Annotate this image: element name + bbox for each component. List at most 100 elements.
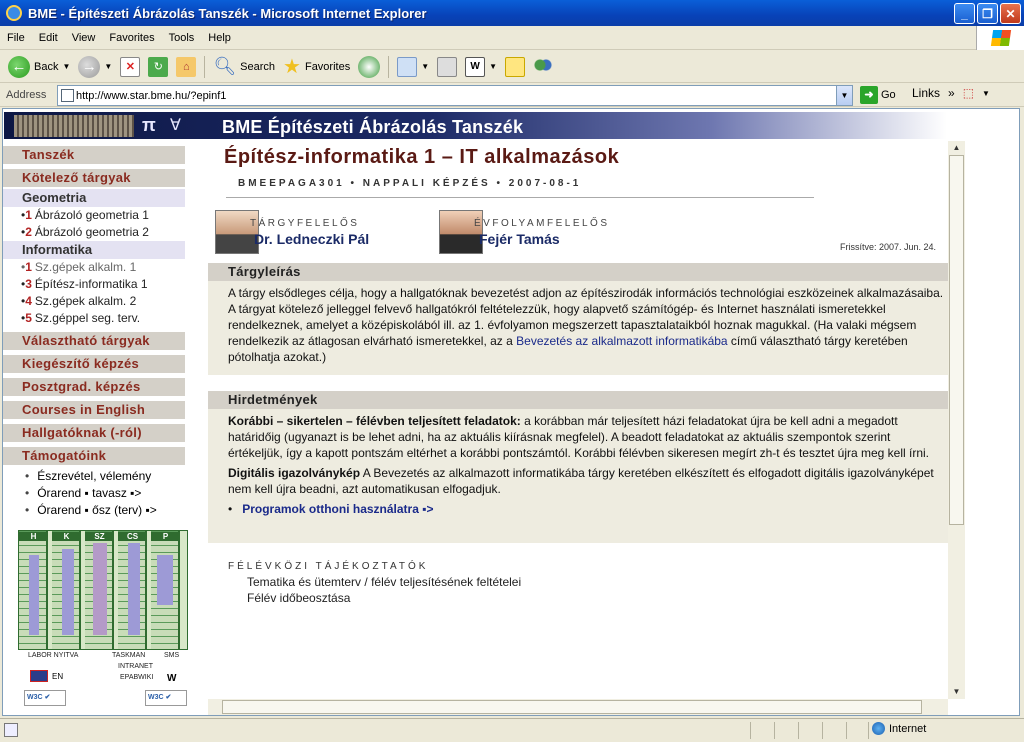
nav-kotelezo[interactable]: Kötelező tárgyak xyxy=(3,169,185,187)
edit-button[interactable]: W ▼ xyxy=(461,53,501,81)
link-orarend-osz[interactable]: Órarend ▪ ősz (terv) ▪> xyxy=(3,502,185,519)
link-orarend-tavasz[interactable]: Órarend ▪ tavasz ▪> xyxy=(3,485,185,502)
nav-item-inf-1[interactable]: •1 Sz.gépek alkalm. 1 xyxy=(3,259,185,276)
nav-valaszthato[interactable]: Választható tárgyak xyxy=(3,332,185,350)
nav-item-inf-5[interactable]: •5 Sz.géppel seg. terv. xyxy=(3,310,185,327)
menu-favorites[interactable]: Favorites xyxy=(102,32,161,44)
nav-item-inf-3[interactable]: •3 Építész-informatika 1 xyxy=(3,276,185,293)
menu-edit[interactable]: Edit xyxy=(32,32,65,44)
schedule-grid[interactable]: H K SZ CS P xyxy=(18,530,188,650)
refresh-button[interactable]: ↻ xyxy=(144,53,172,81)
messenger-button[interactable] xyxy=(529,53,557,81)
back-button[interactable]: ← Back ▼ xyxy=(4,53,74,81)
stop-button[interactable]: ✕ xyxy=(116,53,144,81)
stop-icon: ✕ xyxy=(120,56,141,77)
scroll-up-arrow[interactable]: ▲ xyxy=(949,141,964,155)
menu-view[interactable]: View xyxy=(65,32,103,44)
home-button[interactable]: ⌂ xyxy=(172,53,200,81)
refresh-icon: ↻ xyxy=(148,56,169,77)
heading-targyleiras: Tárgyleírás xyxy=(208,263,948,281)
mail-button[interactable]: ▼ xyxy=(393,53,433,81)
restore-button[interactable]: ❐ xyxy=(977,3,998,24)
sched-day-p: P xyxy=(151,532,180,541)
link-en[interactable]: EN xyxy=(52,672,63,681)
menu-file[interactable]: File xyxy=(0,32,32,44)
link-intranet[interactable]: INTRANET xyxy=(118,663,153,670)
windows-logo-icon xyxy=(976,26,1024,50)
status-zone: Internet xyxy=(872,722,926,735)
scroll-thumb[interactable] xyxy=(949,155,964,525)
nav-courses-english[interactable]: Courses in English xyxy=(3,401,185,419)
address-bar: Address http://www.star.bme.hu/?epinf1 ▼… xyxy=(0,84,1024,107)
links-button[interactable]: Links» ⬚ ▼ xyxy=(912,86,990,100)
section-targyleiras: Tárgyleírás A tárgy elsődleges célja, ho… xyxy=(208,263,948,375)
messenger-icon xyxy=(533,56,554,77)
link-eszrevetel[interactable]: Észrevétel, vélemény xyxy=(3,468,185,485)
role-evfolyamfelelos: ÉVFOLYAMFELELŐS xyxy=(474,218,610,229)
sched-day-sz: SZ xyxy=(85,532,114,541)
link-idobeosztas[interactable]: Félév időbeosztása xyxy=(247,591,350,605)
status-page-icon xyxy=(4,723,18,737)
history-button[interactable] xyxy=(354,53,384,81)
name-ledneczki[interactable]: Dr. Ledneczki Pál xyxy=(254,231,369,247)
link-tematika[interactable]: Tematika és ütemterv xyxy=(247,575,361,589)
nav-geometria[interactable]: Geometria xyxy=(3,189,185,207)
home-icon: ⌂ xyxy=(176,56,197,77)
photo-fejer xyxy=(439,210,483,254)
role-targyfelelos: TÁRGYFELELŐS xyxy=(250,218,360,229)
department-logo-icon: ∀ xyxy=(170,117,181,134)
forward-button[interactable]: → ▼ xyxy=(74,53,116,81)
wiki-icon[interactable]: W xyxy=(167,673,176,684)
w3c-css-badge-icon[interactable]: W3C ✔ xyxy=(145,690,187,706)
sched-day-k: K xyxy=(52,532,81,541)
heading-felevkozi: FÉLÉVKÖZI TÁJÉKOZTATÓK xyxy=(228,561,429,572)
text-hirdetmenyek: Korábbi – sikertelen – félévben teljesít… xyxy=(228,414,934,516)
discuss-button[interactable] xyxy=(501,53,529,81)
address-dropdown[interactable]: ▼ xyxy=(836,86,852,105)
note-icon xyxy=(505,56,526,77)
go-button[interactable]: ➜ Go xyxy=(860,86,896,104)
go-arrow-icon: ➜ xyxy=(860,86,878,104)
uk-flag-icon[interactable] xyxy=(30,670,48,682)
vertical-scrollbar[interactable]: ▲ ▼ xyxy=(948,141,965,699)
nav-tanszek[interactable]: Tanszék xyxy=(3,146,185,164)
w3c-html-badge-icon[interactable]: W3C ✔ xyxy=(24,690,66,706)
nav-kiegeszito[interactable]: Kiegészítő képzés xyxy=(3,355,185,373)
link-epabwiki[interactable]: EPABWIKI xyxy=(120,674,153,681)
site-banner: π ∀ BME Építészeti Ábrázolás Tanszék xyxy=(4,112,947,139)
scroll-down-arrow[interactable]: ▼ xyxy=(949,685,964,699)
nav-item-geo-1[interactable]: •1 Ábrázoló geometria 1 xyxy=(3,207,185,224)
nav-posztgrad[interactable]: Posztgrad. képzés xyxy=(3,378,185,396)
forward-arrow-icon: → xyxy=(78,55,101,78)
favorites-button[interactable]: ★ Favorites xyxy=(279,53,354,81)
link-sms[interactable]: SMS xyxy=(164,652,179,659)
name-fejer[interactable]: Fejér Tamás xyxy=(479,231,560,247)
search-icon: 🔍︎ xyxy=(213,56,237,76)
link-bevezetes[interactable]: Bevezetés az alkalmazott informatikába xyxy=(516,334,727,348)
link-taskman[interactable]: TASKMAN xyxy=(112,652,145,659)
address-label: Address xyxy=(6,89,47,101)
search-button[interactable]: 🔍︎ Search xyxy=(209,53,279,81)
section-hirdetmenyek: Hirdetmények Korábbi – sikertelen – félé… xyxy=(208,391,948,543)
menu-tools[interactable]: Tools xyxy=(162,32,202,44)
updated-date: Frissítve: 2007. Jun. 24. xyxy=(840,242,937,252)
photo-ledneczki xyxy=(215,210,259,254)
sched-day-cs: CS xyxy=(118,532,147,541)
nav-item-inf-4[interactable]: •4 Sz.gépek alkalm. 2 xyxy=(3,293,185,310)
address-input[interactable]: http://www.star.bme.hu/?epinf1 ▼ xyxy=(57,85,853,106)
horizontal-scrollbar[interactable] xyxy=(208,699,948,715)
minimize-button[interactable]: _ xyxy=(954,3,975,24)
divider xyxy=(226,197,814,198)
nav-tamogatoink[interactable]: Támogatóink xyxy=(3,447,185,465)
hscroll-thumb[interactable] xyxy=(222,700,922,714)
menu-bar: File Edit View Favorites Tools Help xyxy=(0,26,1024,50)
link-feltetelek[interactable]: félév teljesítésének feltételei xyxy=(371,575,521,589)
menu-help[interactable]: Help xyxy=(201,32,238,44)
banner-title: BME Építészeti Ábrázolás Tanszék xyxy=(222,117,524,137)
link-programok[interactable]: Programok otthoni használatra ▪> xyxy=(242,502,433,516)
print-button[interactable] xyxy=(433,53,461,81)
nav-hallgatoknak[interactable]: Hallgatóknak (-ról) xyxy=(3,424,185,442)
nav-informatika[interactable]: Informatika xyxy=(3,241,185,259)
nav-item-geo-2[interactable]: •2 Ábrázoló geometria 2 xyxy=(3,224,185,241)
close-button[interactable]: ✕ xyxy=(1000,3,1021,24)
